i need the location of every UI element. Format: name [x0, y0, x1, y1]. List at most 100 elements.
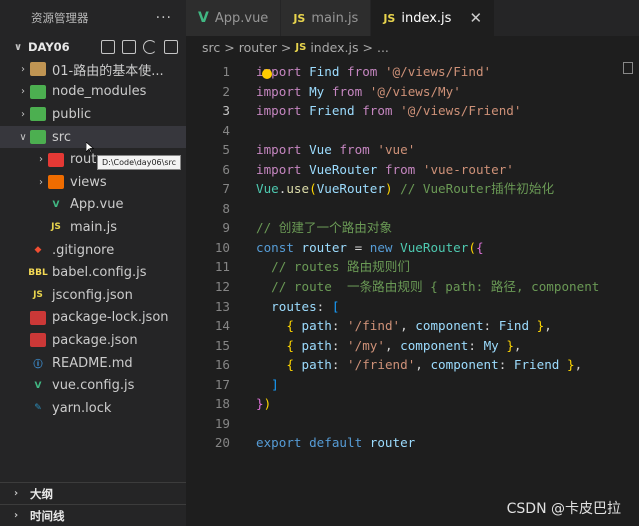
javascript-file-icon: JS: [383, 11, 396, 25]
breadcrumb-item[interactable]: router: [239, 40, 277, 55]
tree-item[interactable]: package-lock.json: [0, 307, 186, 330]
breadcrumb-item[interactable]: ...: [377, 40, 389, 55]
tree-item[interactable]: package.json: [0, 329, 186, 352]
code-token: component: [415, 318, 484, 334]
tab-App-vue[interactable]: V App.vue: [186, 0, 282, 36]
code-line[interactable]: 10 const router = new VueRouter({: [186, 238, 639, 258]
breadcrumb: src > router > JS index.js >...: [186, 36, 639, 58]
code-token: ,: [415, 357, 431, 373]
path-tooltip: D:\Code\day06\src: [97, 155, 181, 170]
code-token: Vue: [256, 181, 279, 197]
code-token: :: [331, 337, 348, 353]
code-line[interactable]: 17 ]: [186, 375, 639, 395]
file-tree: › 01-路由的基本使... › node_modules › public ∨ src › ro…: [0, 58, 186, 420]
code-line[interactable]: 14 { path: '/find', component: Find },: [186, 316, 639, 336]
code-token: [: [331, 298, 340, 314]
explorer-title: 资源管理器: [31, 11, 89, 25]
info-icon: ⓘ: [33, 359, 43, 370]
tree-item-label: public: [52, 106, 92, 122]
code-line[interactable]: 4: [186, 121, 639, 141]
code-line[interactable]: 3 import Friend from '@/views/Friend': [186, 101, 639, 121]
code-line[interactable]: 19: [186, 414, 639, 434]
code-line[interactable]: 7 Vue.use(VueRouter) // VueRouter插件初始化: [186, 179, 639, 199]
project-root[interactable]: ∨ DAY06: [0, 36, 186, 58]
code-token: :: [483, 318, 499, 334]
chevron-icon: ›: [21, 63, 25, 75]
line-content: // 创建了一个路由对象: [230, 218, 392, 238]
lightbulb-icon[interactable]: [262, 69, 272, 79]
code-line[interactable]: 1 import Find from '@/views/Find': [186, 62, 639, 82]
tree-item[interactable]: BBL babel.config.js: [0, 261, 186, 284]
tab-index-js[interactable]: JS index.js ✕: [371, 0, 496, 36]
code-token: ): [263, 396, 272, 412]
code-token: use: [286, 181, 310, 197]
new-folder-icon[interactable]: [122, 40, 136, 54]
tree-item[interactable]: › views: [0, 171, 186, 194]
tree-item-label: babel.config.js: [52, 265, 147, 281]
code-line[interactable]: 16 { path: '/friend', component: Friend …: [186, 355, 639, 375]
new-file-icon[interactable]: [101, 40, 115, 54]
refresh-icon[interactable]: [143, 40, 157, 54]
code-line[interactable]: 8: [186, 199, 639, 219]
tab-main-js[interactable]: JS main.js: [281, 0, 372, 36]
code-line[interactable]: 20 export default router: [186, 433, 639, 453]
code-line[interactable]: 13 routes: [: [186, 297, 639, 317]
code-token: export: [256, 435, 302, 451]
code-line[interactable]: 15 { path: '/my', component: My },: [186, 336, 639, 356]
tree-item-label: package.json: [52, 332, 138, 348]
chevron-down-icon: ∨: [14, 41, 23, 53]
tree-item[interactable]: Vvue.config.js: [0, 374, 186, 397]
chevron-right-icon: ›: [14, 488, 19, 499]
breadcrumb-separator: >: [362, 39, 373, 55]
line-content: import Friend from '@/views/Friend': [230, 101, 521, 121]
tree-item[interactable]: V App.vue: [0, 194, 186, 217]
tree-item[interactable]: ⓘ README.md: [0, 352, 186, 375]
code-token: ,: [513, 337, 522, 353]
timeline-section[interactable]: › 时间线: [0, 504, 186, 526]
tree-item[interactable]: ◆ .gitignore: [0, 239, 186, 262]
line-number: 20: [214, 435, 230, 451]
code-token: 'vue-router': [422, 161, 514, 177]
tree-item[interactable]: › public: [0, 103, 186, 126]
line-number: 16: [214, 357, 230, 373]
line-content: [230, 121, 256, 141]
code-line[interactable]: 2 import My from '@/views/My': [186, 82, 639, 102]
code-line[interactable]: 9 // 创建了一个路由对象: [186, 218, 639, 238]
tree-item[interactable]: JS jsconfig.json: [0, 284, 186, 307]
breadcrumb-item[interactable]: index.js: [310, 40, 358, 55]
breadcrumb-item[interactable]: src: [202, 40, 220, 55]
code-token: :: [498, 357, 514, 373]
line-number: 15: [214, 337, 230, 353]
line-number: 11: [214, 259, 230, 275]
code-token: const: [256, 239, 294, 255]
code-line[interactable]: 5 import Vue from 'vue': [186, 140, 639, 160]
tree-item[interactable]: › node_modules: [0, 81, 186, 104]
code-line[interactable]: 11 // routes 路由规则们: [186, 257, 639, 277]
code-token: My: [309, 83, 325, 99]
code-line[interactable]: 18}): [186, 394, 639, 414]
tree-item[interactable]: JS main.js: [0, 216, 186, 239]
tree-item[interactable]: ✎ yarn.lock: [0, 397, 186, 420]
code-token: :: [331, 318, 348, 334]
outline-section[interactable]: › 大纲: [0, 482, 186, 504]
line-number: 4: [222, 122, 230, 138]
tree-item[interactable]: › 01-路由的基本使...: [0, 58, 186, 81]
code-editor[interactable]: 1 import Find from '@/views/Find' 2 import …: [186, 62, 639, 453]
minimap[interactable]: [623, 62, 633, 74]
collapse-all-icon[interactable]: [164, 40, 178, 54]
tree-item-label: node_modules: [52, 84, 147, 100]
close-icon[interactable]: ✕: [469, 9, 482, 27]
code-line[interactable]: 12 // route 一条路由规则 { path: 路径, component: [186, 277, 639, 297]
more-actions-icon[interactable]: ···: [156, 10, 172, 26]
code-token: :: [316, 298, 332, 314]
code-line[interactable]: 6 import VueRouter from 'vue-router': [186, 160, 639, 180]
